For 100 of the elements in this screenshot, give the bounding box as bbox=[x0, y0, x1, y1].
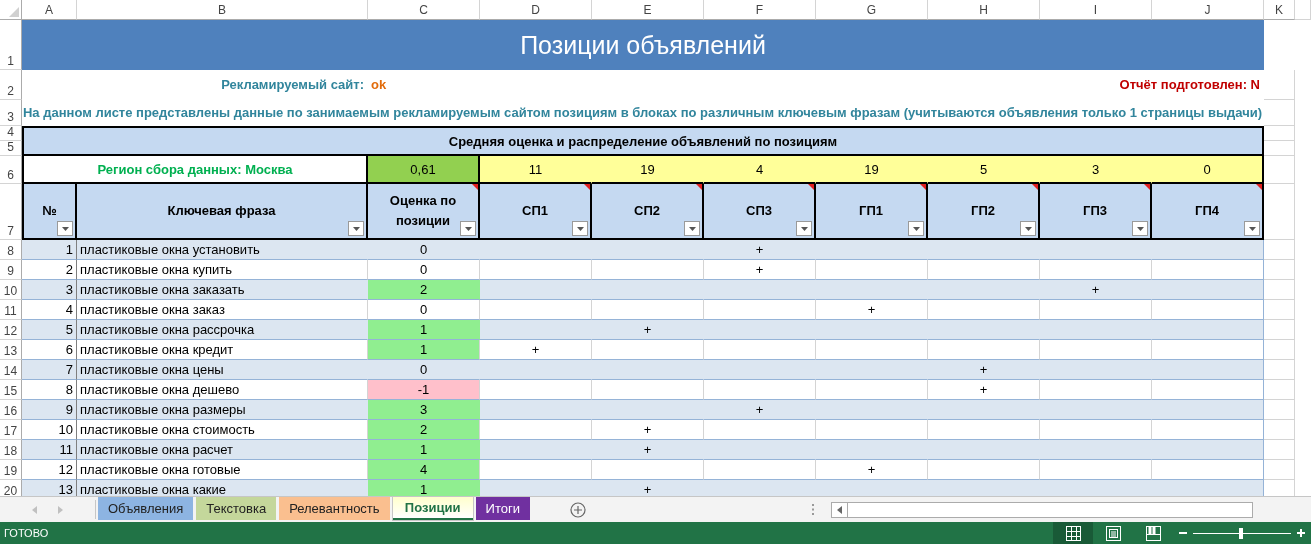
position-score: 1 bbox=[368, 440, 480, 460]
row-header[interactable]: 8 bbox=[0, 240, 22, 260]
column-header[interactable]: H bbox=[928, 0, 1040, 20]
sheet-tab[interactable]: Текстовка bbox=[196, 497, 277, 520]
position-count: 5 bbox=[928, 156, 1040, 184]
row-header[interactable]: 14 bbox=[0, 360, 22, 380]
filter-button[interactable] bbox=[1020, 221, 1036, 236]
row-header[interactable]: 16 bbox=[0, 400, 22, 420]
row-header[interactable]: 4 bbox=[0, 126, 22, 141]
keyword-phrase: пластиковые окна цены bbox=[77, 360, 368, 380]
column-header[interactable]: B bbox=[77, 0, 368, 20]
column-heading: ГП1 bbox=[816, 184, 928, 240]
plus-circle-icon bbox=[570, 501, 586, 518]
column-heading: Оценка по позиции bbox=[368, 184, 480, 240]
position-mark: + bbox=[704, 240, 816, 260]
caret-icon bbox=[352, 226, 360, 231]
position-score: 0 bbox=[368, 260, 480, 280]
keyword-phrase: пластиковые окна заказать bbox=[77, 280, 368, 300]
column-heading: № bbox=[22, 184, 77, 240]
sheet-tab[interactable]: Объявления bbox=[98, 497, 194, 520]
row-header[interactable]: 2 bbox=[0, 70, 22, 100]
sheet-tab[interactable]: Релевантность bbox=[279, 497, 390, 520]
column-heading: Ключевая фраза bbox=[77, 184, 368, 240]
position-mark: + bbox=[928, 380, 1040, 400]
summary-heading: Средняя оценка и распределение объявлений по позициям bbox=[22, 126, 1264, 156]
horizontal-scrollbar[interactable] bbox=[831, 501, 1253, 518]
position-score: -1 bbox=[368, 380, 480, 400]
caret-icon bbox=[61, 226, 69, 231]
row-number: 7 bbox=[22, 360, 77, 380]
row-header[interactable]: 17 bbox=[0, 420, 22, 440]
column-header[interactable]: F bbox=[704, 0, 816, 20]
status-text: ГОТОВО bbox=[3, 527, 49, 539]
region-label: Регион сбора данных: Москва bbox=[22, 156, 368, 184]
position-mark: + bbox=[928, 360, 1040, 380]
column-header[interactable]: K bbox=[1264, 0, 1295, 20]
column-header[interactable]: A bbox=[22, 0, 77, 20]
sheet-tab[interactable]: Позиции bbox=[392, 497, 473, 520]
column-header[interactable]: I bbox=[1040, 0, 1152, 20]
sheet-title: Позиции объявлений bbox=[22, 20, 1264, 70]
filter-button[interactable] bbox=[572, 221, 588, 236]
filter-button[interactable] bbox=[1132, 221, 1148, 236]
row-header[interactable]: 6 bbox=[0, 156, 22, 184]
splitter-icon[interactable] bbox=[812, 504, 815, 515]
average-score: 0,61 bbox=[368, 156, 480, 184]
sheet-tab[interactable]: Итоги bbox=[475, 497, 530, 520]
keyword-phrase: пластиковые окна кредит bbox=[77, 340, 368, 360]
caret-icon bbox=[912, 226, 920, 231]
filter-button[interactable] bbox=[57, 221, 73, 236]
row-header[interactable]: 3 bbox=[0, 100, 22, 126]
row-number: 4 bbox=[22, 300, 77, 320]
row-header[interactable]: 18 bbox=[0, 440, 22, 460]
filter-button[interactable] bbox=[908, 221, 924, 236]
row-header[interactable]: 5 bbox=[0, 141, 22, 156]
column-header[interactable]: J bbox=[1152, 0, 1264, 20]
position-count: 11 bbox=[480, 156, 592, 184]
caret-icon bbox=[464, 226, 472, 231]
zoom-in-icon[interactable] bbox=[1297, 529, 1305, 537]
column-header[interactable]: C bbox=[368, 0, 480, 20]
zoom-thumb[interactable] bbox=[1239, 527, 1243, 539]
caret-icon bbox=[800, 226, 808, 231]
row-header[interactable]: 9 bbox=[0, 260, 22, 280]
caret-icon bbox=[1136, 226, 1144, 231]
position-mark: + bbox=[592, 440, 704, 460]
corner-triangle-icon bbox=[9, 7, 19, 17]
filter-button[interactable] bbox=[348, 221, 364, 236]
page-break-icon bbox=[1145, 525, 1161, 541]
row-header[interactable]: 15 bbox=[0, 380, 22, 400]
row-number: 10 bbox=[22, 420, 77, 440]
row-header[interactable]: 10 bbox=[0, 280, 22, 300]
row-number: 9 bbox=[22, 400, 77, 420]
filter-button[interactable] bbox=[796, 221, 812, 236]
add-sheet-button[interactable] bbox=[569, 500, 587, 519]
position-mark: + bbox=[816, 460, 928, 480]
zoom-out-icon[interactable] bbox=[1179, 529, 1187, 537]
row-number: 2 bbox=[22, 260, 77, 280]
row-header[interactable]: 12 bbox=[0, 320, 22, 340]
row-number: 8 bbox=[22, 380, 77, 400]
position-score: 0 bbox=[368, 360, 480, 380]
row-header[interactable]: 7 bbox=[0, 184, 22, 240]
row-header[interactable]: 19 bbox=[0, 460, 22, 480]
keyword-phrase: пластиковые окна дешево bbox=[77, 380, 368, 400]
position-score: 0 bbox=[368, 240, 480, 260]
caret-icon bbox=[1024, 226, 1032, 231]
column-heading: ГП2 bbox=[928, 184, 1040, 240]
row-number: 13 bbox=[22, 480, 77, 496]
filter-button[interactable] bbox=[460, 221, 476, 236]
row-header[interactable]: 13 bbox=[0, 340, 22, 360]
filter-button[interactable] bbox=[684, 221, 700, 236]
position-mark: + bbox=[816, 300, 928, 320]
column-header[interactable]: E bbox=[592, 0, 704, 20]
column-header[interactable]: G bbox=[816, 0, 928, 20]
keyword-phrase: пластиковые окна установить bbox=[77, 240, 368, 260]
row-header[interactable]: 1 bbox=[0, 20, 22, 70]
filter-button[interactable] bbox=[1244, 221, 1260, 236]
view-button[interactable] bbox=[1053, 522, 1093, 544]
left-arrow-icon bbox=[837, 505, 842, 514]
right-arrow-icon bbox=[58, 505, 63, 514]
page-layout-icon bbox=[1105, 525, 1121, 541]
column-header[interactable]: D bbox=[480, 0, 592, 20]
row-header[interactable]: 11 bbox=[0, 300, 22, 320]
